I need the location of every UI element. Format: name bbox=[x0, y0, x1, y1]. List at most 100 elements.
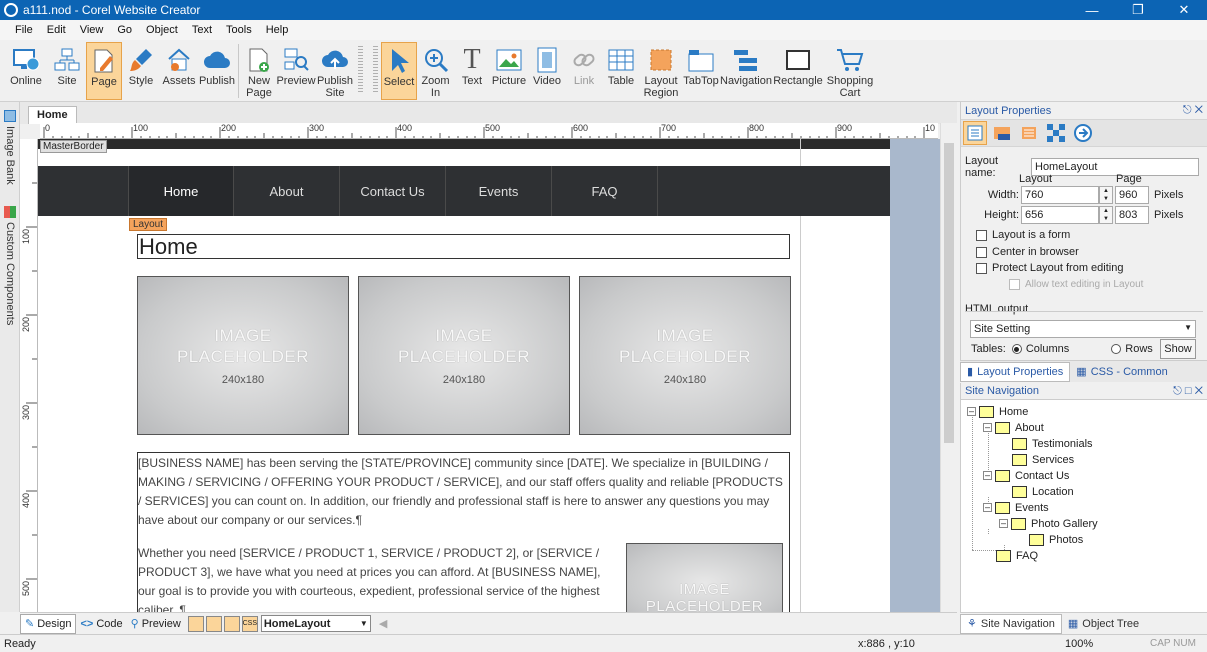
preview-tab[interactable]: ⚲ Preview bbox=[127, 614, 185, 634]
canvas-vertical-scrollbar[interactable] bbox=[940, 123, 957, 612]
layout-view-icon[interactable] bbox=[187, 615, 204, 632]
collapse-icon[interactable]: – bbox=[983, 423, 992, 432]
menu-tools[interactable]: Tools bbox=[219, 24, 259, 36]
video-tool[interactable]: Video bbox=[528, 42, 566, 100]
tree-node-home[interactable]: – Home bbox=[967, 404, 1028, 419]
menu-help[interactable]: Help bbox=[259, 24, 296, 36]
tree-node-events[interactable]: – Events bbox=[983, 500, 1049, 515]
minimize-icon[interactable]: — bbox=[1069, 0, 1115, 20]
pin-icon[interactable]: ⎋ bbox=[1173, 385, 1182, 397]
site-navbar[interactable]: Home About Contact Us Events FAQ bbox=[38, 166, 890, 216]
image-placeholder[interactable]: IMAGE PLACEHOLDER 240x180 bbox=[358, 276, 570, 435]
design-tab[interactable]: ✎ Design bbox=[20, 613, 77, 634]
menu-text[interactable]: Text bbox=[185, 24, 219, 36]
tab-site-navigation[interactable]: ⚘ Site Navigation bbox=[960, 613, 1062, 634]
paragraph-services[interactable]: Whether you need [SERVICE / PRODUCT 1, S… bbox=[138, 544, 608, 612]
image-bank-tab[interactable]: Image Bank bbox=[2, 110, 18, 185]
tree-node-photos[interactable]: Photos bbox=[1029, 532, 1083, 547]
pattern-icon[interactable] bbox=[1044, 121, 1068, 145]
scroll-left-icon[interactable]: ◀ bbox=[379, 617, 387, 630]
assets-button[interactable]: Assets bbox=[160, 42, 198, 100]
protect-layout-checkbox[interactable]: Protect Layout from editing bbox=[976, 262, 1123, 274]
center-in-browser-checkbox[interactable]: Center in browser bbox=[976, 246, 1079, 258]
rectangle-tool[interactable]: Rectangle bbox=[772, 42, 824, 100]
table-view-icon[interactable] bbox=[223, 615, 240, 632]
nav-contact-us[interactable]: Contact Us bbox=[340, 166, 446, 216]
table-tool[interactable]: Table bbox=[602, 42, 640, 100]
style-scroll-icon[interactable] bbox=[1017, 121, 1041, 145]
pin-icon[interactable]: ⎋ bbox=[1183, 104, 1192, 116]
tree-node-faq[interactable]: FAQ bbox=[996, 548, 1038, 563]
publish-button[interactable]: Publish bbox=[198, 42, 236, 100]
grid-view-icon[interactable] bbox=[205, 615, 222, 632]
image-placeholder[interactable]: IMAGE PLACEHOLDER 240x180 bbox=[579, 276, 791, 435]
navigation-tool[interactable]: Navigation bbox=[720, 42, 772, 100]
allow-text-editing-checkbox[interactable]: Allow text editing in Layout bbox=[1009, 279, 1143, 290]
page-width-input[interactable]: 960 bbox=[1115, 186, 1149, 204]
panel-close-icon[interactable]: ✕ bbox=[1195, 104, 1203, 116]
site-button[interactable]: Site bbox=[48, 42, 86, 100]
rows-radio[interactable] bbox=[1111, 344, 1122, 354]
page-button[interactable]: Page bbox=[86, 42, 122, 100]
tree-node-services[interactable]: Services bbox=[1012, 452, 1074, 467]
layout-select[interactable]: HomeLayout ▼ bbox=[260, 615, 371, 632]
menu-edit[interactable]: Edit bbox=[40, 24, 73, 36]
layout-height-input[interactable]: 656 bbox=[1021, 206, 1099, 224]
tree-node-contact-us[interactable]: – Contact Us bbox=[983, 468, 1069, 483]
toolbar-grip[interactable] bbox=[358, 46, 363, 94]
nav-faq[interactable]: FAQ bbox=[552, 166, 658, 216]
css-view-icon[interactable]: CSS bbox=[241, 615, 258, 632]
design-canvas[interactable]: MasterBorder Home About Contact Us Event… bbox=[38, 139, 890, 612]
tabtop-tool[interactable]: TabTop bbox=[682, 42, 720, 100]
select-tool[interactable]: Select bbox=[381, 42, 417, 100]
zoom-in-tool[interactable]: Zoom In bbox=[417, 42, 454, 100]
tree-node-testimonials[interactable]: Testimonials bbox=[1012, 436, 1093, 451]
nav-about[interactable]: About bbox=[234, 166, 340, 216]
nav-home[interactable]: Home bbox=[128, 166, 234, 216]
tree-node-location[interactable]: Location bbox=[1012, 484, 1074, 499]
tab-object-tree[interactable]: ▦ Object Tree bbox=[1062, 614, 1145, 634]
online-button[interactable]: Online bbox=[4, 42, 48, 100]
css-icon[interactable] bbox=[990, 121, 1014, 145]
menu-object[interactable]: Object bbox=[139, 24, 185, 36]
panel-close-icon[interactable]: ✕ bbox=[1195, 385, 1203, 397]
toolbar-grip[interactable] bbox=[373, 46, 378, 94]
paragraph-intro[interactable]: [BUSINESS NAME] has been serving the [ST… bbox=[138, 454, 783, 530]
tab-layout-properties[interactable]: ▮ Layout Properties bbox=[960, 361, 1071, 382]
layout-tag[interactable]: Layout bbox=[129, 218, 168, 231]
preview-button[interactable]: Preview bbox=[276, 42, 316, 100]
code-tab[interactable]: <> Code bbox=[76, 614, 126, 634]
layout-props-icon[interactable] bbox=[963, 121, 987, 145]
height-spinner[interactable]: ▲ ▼ bbox=[1099, 206, 1113, 224]
layout-region-tool[interactable]: Layout Region bbox=[640, 42, 682, 100]
tab-home[interactable]: Home bbox=[28, 106, 77, 124]
custom-components-tab[interactable]: Custom Components bbox=[2, 206, 18, 325]
tab-css-common[interactable]: ▦ CSS - Common bbox=[1070, 362, 1173, 382]
picture-tool[interactable]: Picture bbox=[490, 42, 528, 100]
link-tool[interactable]: Link bbox=[566, 42, 602, 100]
menu-file[interactable]: File bbox=[8, 24, 40, 36]
maximize-icon[interactable]: ❐ bbox=[1115, 0, 1161, 20]
tree-node-photo-gallery[interactable]: – Photo Gallery bbox=[999, 516, 1098, 531]
new-page-button[interactable]: New Page bbox=[241, 42, 277, 100]
go-arrow-icon[interactable] bbox=[1071, 121, 1095, 145]
panel-restore-icon[interactable]: □ bbox=[1185, 385, 1192, 397]
layout-name-input[interactable]: HomeLayout bbox=[1031, 158, 1199, 176]
show-button[interactable]: Show bbox=[1160, 339, 1196, 359]
tree-node-about[interactable]: – About bbox=[983, 420, 1044, 435]
menu-go[interactable]: Go bbox=[110, 24, 139, 36]
scroll-thumb[interactable] bbox=[944, 143, 954, 443]
collapse-icon[interactable]: – bbox=[983, 471, 992, 480]
nav-events[interactable]: Events bbox=[446, 166, 552, 216]
html-output-select[interactable]: Site Setting ▼ bbox=[970, 320, 1196, 338]
image-placeholder[interactable]: IMAGE PLACEHOLDER 240x180 bbox=[137, 276, 349, 435]
columns-radio[interactable] bbox=[1011, 344, 1022, 354]
publish-site-button[interactable]: Publish Site bbox=[315, 42, 355, 100]
body-text-box[interactable]: [BUSINESS NAME] has been serving the [ST… bbox=[137, 452, 790, 612]
shopping-cart-tool[interactable]: Shopping Cart bbox=[824, 42, 876, 100]
close-icon[interactable]: ✕ bbox=[1161, 0, 1207, 20]
collapse-icon[interactable]: – bbox=[967, 407, 976, 416]
page-title[interactable]: Home bbox=[137, 234, 790, 259]
text-tool[interactable]: T Text bbox=[454, 42, 490, 100]
collapse-icon[interactable]: – bbox=[983, 503, 992, 512]
